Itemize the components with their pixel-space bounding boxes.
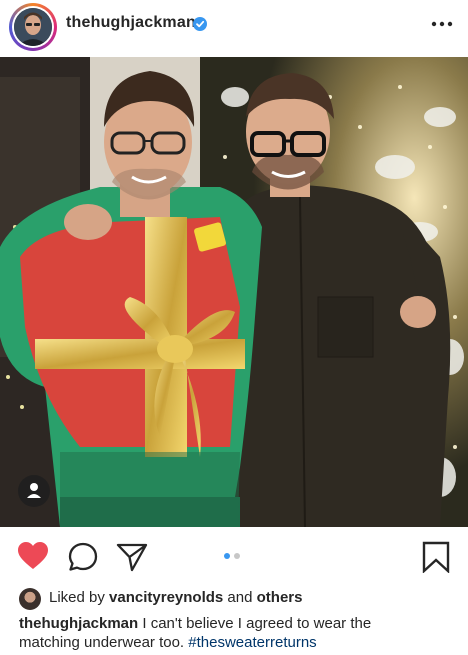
likes-row: Liked by vancityreynolds and others — [0, 585, 468, 611]
liker-username[interactable]: vancityreynolds — [109, 589, 223, 606]
post-header: thehughjackman — [0, 0, 468, 56]
likes-summary[interactable]: Liked by vancityreynolds and others — [49, 589, 302, 606]
send-icon[interactable] — [116, 542, 148, 572]
user-tag-icon — [27, 483, 41, 498]
likes-others[interactable]: others — [257, 589, 303, 606]
verified-badge-icon — [193, 17, 207, 31]
carousel-dot-active — [224, 553, 230, 559]
bookmark-icon[interactable] — [422, 541, 450, 573]
photo-illustration — [0, 57, 468, 527]
more-horizontal-icon[interactable] — [430, 14, 454, 34]
post-username[interactable]: thehughjackman — [66, 14, 196, 32]
avatar-image — [14, 8, 52, 46]
tag-people-button[interactable] — [18, 475, 50, 507]
caption-username[interactable]: thehughjackman — [19, 615, 138, 632]
caption-text-line2: matching underwear too. — [19, 634, 189, 651]
carousel-indicator — [224, 553, 240, 559]
carousel-dot — [234, 553, 240, 559]
action-bar — [0, 528, 468, 584]
comment-icon[interactable] — [68, 542, 98, 572]
likes-middle: and — [223, 589, 257, 606]
profile-avatar[interactable] — [9, 3, 57, 51]
post-photo[interactable] — [0, 57, 468, 527]
caption-text-line1: I can't believe I agreed to wear the — [138, 615, 372, 632]
post-caption: thehughjackman I can't believe I agreed … — [19, 614, 459, 652]
likes-prefix: Liked by — [49, 589, 110, 606]
heart-filled-icon[interactable] — [17, 541, 49, 571]
caption-hashtag[interactable]: #thesweaterreturns — [188, 634, 316, 651]
liker-avatar[interactable] — [19, 588, 41, 610]
